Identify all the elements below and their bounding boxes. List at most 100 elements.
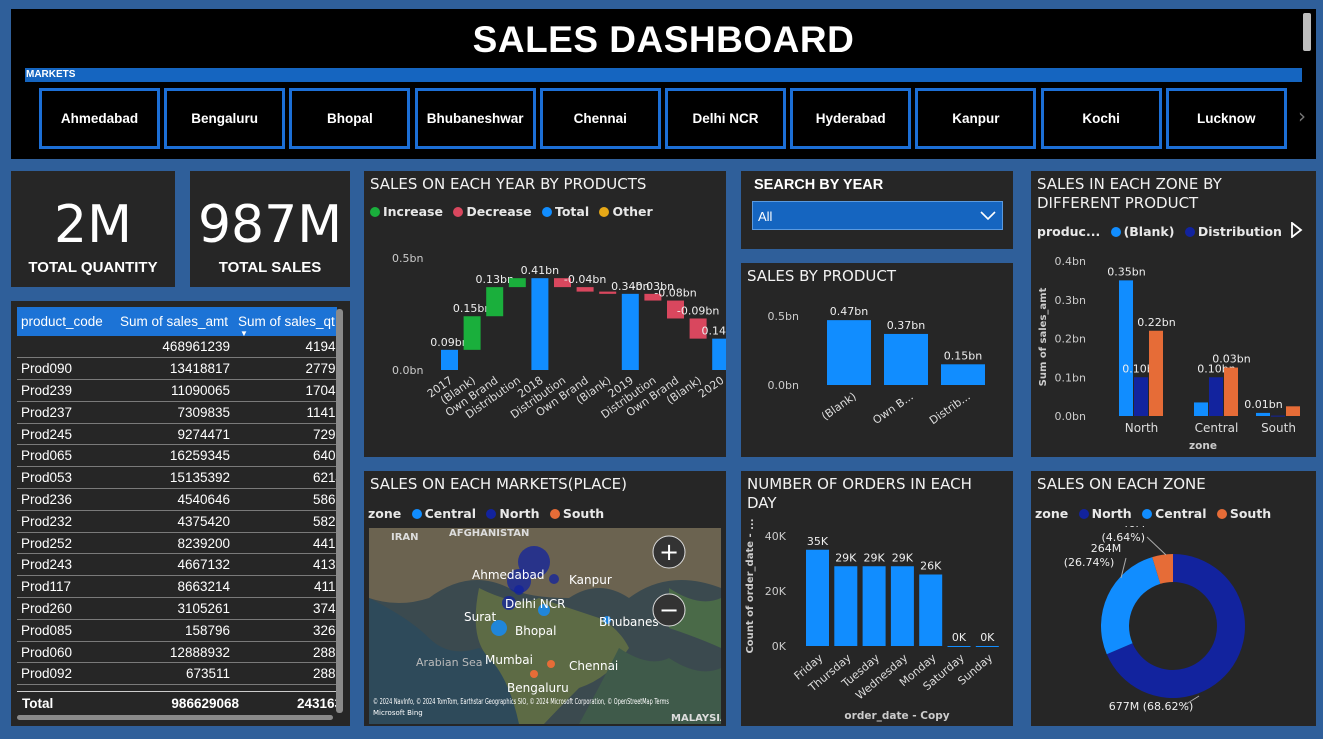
map-city-label: Ahmedabad [472,568,544,582]
table-cell: 4119 [234,575,337,599]
data-label: 0.09bn [430,336,468,349]
table-row[interactable]: Prod24346671324132 [17,553,337,577]
market-tile[interactable]: Kochi [1040,88,1162,149]
zone-bar[interactable] [1209,377,1223,416]
kpi-sales-value: 987M [197,195,343,255]
table-row[interactable]: Prod0926735112885 [17,662,337,686]
table-row[interactable]: Prod11786632144119 [17,575,337,599]
table-row[interactable]: Prod0901341881727795 [17,357,337,381]
market-tile[interactable]: Chennai [539,88,661,149]
table-row[interactable]: 46896123941941 [17,336,337,359]
market-tile[interactable]: Lucknow [1165,88,1287,149]
data-label: 0.14bn [701,325,726,338]
data-label: 0.15bn [453,302,491,315]
orders-bar[interactable] [975,646,999,647]
chevron-right-icon[interactable]: › [1298,104,1312,128]
orders-bar[interactable] [890,566,914,646]
zoom-in-button[interactable]: + [652,535,686,569]
data-label: 0.22bn [1137,316,1175,329]
scrollbar-thumb[interactable] [1303,13,1311,51]
waterfall-bar[interactable] [576,287,594,292]
table-row[interactable]: Prod060128889322887 [17,641,337,664]
map-bubble[interactable] [549,574,559,584]
orders-bar[interactable] [919,574,943,647]
map-bubble[interactable] [514,585,524,595]
table-cell: Prod243 [17,553,116,577]
waterfall-bar[interactable] [486,287,504,317]
table-cell: Prod232 [17,510,116,533]
waterfall-bar[interactable] [508,278,526,288]
page-title: SALES DASHBOARD [472,19,855,60]
zone-bar[interactable] [1271,415,1285,417]
zone-bar[interactable] [1149,330,1163,416]
zoom-out-button[interactable]: − [652,593,686,627]
orders-bar[interactable] [862,566,886,646]
zone-bar[interactable] [1286,406,1300,416]
data-label: 0.47bn [830,305,868,318]
map-bubble[interactable] [547,660,555,668]
table-cell: 7293 [234,423,337,446]
play-icon[interactable] [1291,222,1303,238]
market-tile[interactable]: Kanpur [915,88,1037,149]
year-dropdown-value: All [758,209,773,224]
product-bar[interactable] [941,364,985,385]
x-tick-label: Distrib... [927,390,973,427]
zone-bar[interactable] [1256,412,1270,416]
table-cell: 6214 [234,466,337,490]
table-hscrollbar[interactable] [17,715,333,720]
table-cell: 4375420 [116,510,234,533]
map-city-label: Surat [464,610,497,624]
table-row[interactable]: Prod23243754205827 [17,510,337,533]
product-bar[interactable] [827,320,871,385]
zone-bar[interactable] [1119,280,1133,416]
table-vscrollbar[interactable] [336,309,343,713]
zone-bar[interactable] [1134,377,1148,416]
column-header[interactable]: Sum of sales_amt [116,307,234,336]
table-row[interactable]: Prod25282392004417 [17,532,337,555]
table-row[interactable]: Prod2391109006517045 [17,379,337,402]
market-tile[interactable]: Bhopal [289,88,411,149]
market-tile[interactable]: Bhubaneshwar [414,88,536,149]
orders-bar[interactable] [947,646,971,647]
table-row[interactable]: Prod26031052613741 [17,597,337,620]
table-cell: 4132 [234,553,337,577]
orders-bar[interactable] [834,566,858,646]
table-row[interactable]: Prod237730983511417 [17,401,337,424]
market-tile[interactable]: Delhi NCR [665,88,786,149]
x-axis-label: order_date - Copy [844,710,949,722]
market-tile[interactable]: Ahmedabad [39,88,160,149]
product-bar[interactable] [884,333,928,385]
market-tile[interactable]: Hyderabad [790,88,912,149]
waterfall-bar[interactable] [621,293,639,370]
data-label: 0.37bn [887,319,925,332]
table-row[interactable]: Prod23645406465861 [17,488,337,511]
waterfall-bar[interactable] [712,338,726,370]
waterfall-bar[interactable] [531,278,549,370]
table-cell: 7309835 [116,401,234,424]
table-row[interactable]: Prod053151353926214 [17,466,337,490]
data-label: 29K [863,551,885,564]
column-header[interactable]: product_code [17,307,116,336]
waterfall-bar[interactable] [463,316,481,350]
donut-slice[interactable] [1101,557,1161,655]
table-header-row: product_code Sum of sales_amt Sum of sal… [17,307,337,338]
column-header[interactable]: Sum of sales_qt ▼ [234,307,337,338]
map-canvas[interactable]: IRAN AFGHANISTAN MALAYSIA Arabian Sea Ah… [369,528,721,724]
zone-bar[interactable] [1194,402,1208,416]
table-cell: 16259345 [116,444,234,468]
y-tick-label: 0.4bn [1055,255,1086,268]
market-tile[interactable]: Bengaluru [164,88,286,149]
map-bubble[interactable] [530,670,538,678]
table-cell: 5827 [234,510,337,533]
zone-bar[interactable] [1224,367,1238,416]
table-row[interactable]: Prod065162593456407 [17,444,337,468]
orders-bar[interactable] [806,549,829,646]
table-row[interactable]: Prod24592744717293 [17,423,337,446]
table-row[interactable]: Prod0851587963266 [17,619,337,642]
year-dropdown[interactable]: All [752,201,1003,230]
table-cell: 673511 [116,662,234,686]
data-label: 35K [807,535,829,548]
data-label: -0.09bn [677,304,719,317]
zone-product-panel: SALES IN EACH ZONE BY DIFFERENT PRODUCT … [1031,171,1316,457]
waterfall-bar[interactable] [441,349,458,370]
